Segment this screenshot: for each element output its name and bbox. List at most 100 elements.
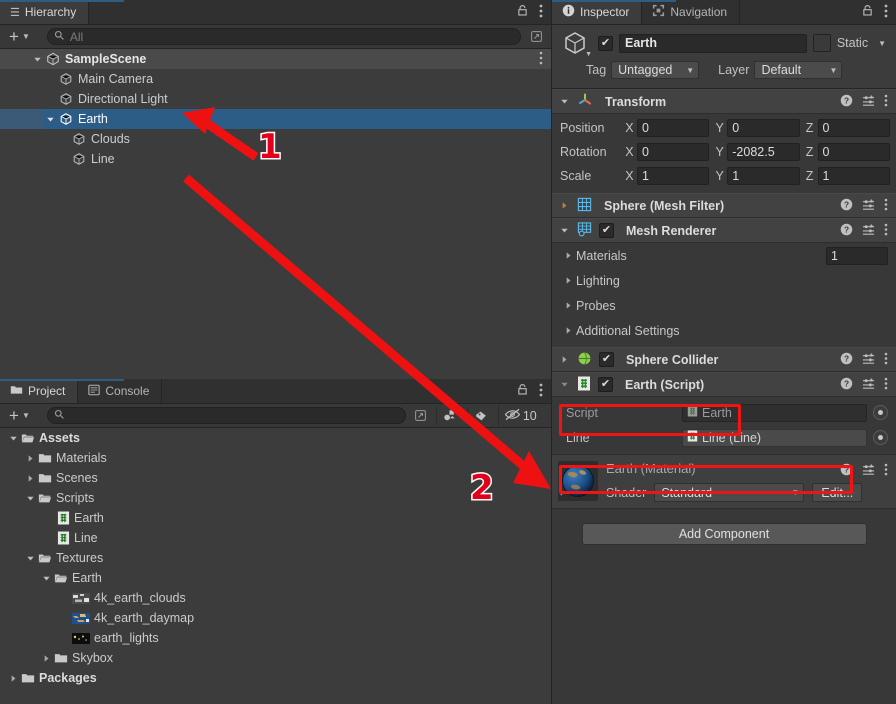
shader-edit-button[interactable]: Edit... xyxy=(812,483,863,502)
kebab-menu-icon[interactable] xyxy=(884,4,888,21)
chevron-down-icon[interactable] xyxy=(31,55,44,64)
project-row-textures[interactable]: Textures xyxy=(0,548,551,568)
project-row-4k-earth-daymap[interactable]: 4k_earth_daymap xyxy=(0,608,551,628)
lock-icon[interactable] xyxy=(861,4,874,20)
tab-project[interactable]: Project xyxy=(0,379,79,403)
chevron-down-icon[interactable] xyxy=(7,434,20,443)
help-icon[interactable]: ? xyxy=(840,377,853,393)
component-header-mesh-filter[interactable]: Sphere (Mesh Filter) ? xyxy=(552,193,896,218)
project-tree[interactable]: Assets Materials Scenes Scripts Earth Li… xyxy=(0,428,551,704)
project-row-earth-lights[interactable]: earth_lights xyxy=(0,628,551,648)
position-z-input[interactable]: 0 xyxy=(817,119,890,137)
hierarchy-row-main-camera[interactable]: Main Camera xyxy=(0,69,551,89)
tab-navigation[interactable]: Navigation xyxy=(642,0,741,24)
chevron-right-icon[interactable] xyxy=(558,355,571,364)
object-picker-icon[interactable] xyxy=(873,405,888,420)
chevron-right-icon[interactable] xyxy=(24,454,37,463)
chevron-down-icon[interactable]: ▼ xyxy=(878,39,886,48)
kebab-menu-icon[interactable] xyxy=(539,51,543,68)
component-header-mesh-renderer[interactable]: ✔ Mesh Renderer ? xyxy=(552,218,896,243)
project-row-materials[interactable]: Materials xyxy=(0,448,551,468)
kebab-menu-icon[interactable] xyxy=(539,383,543,400)
project-search-input[interactable] xyxy=(46,407,406,424)
chevron-down-icon[interactable] xyxy=(24,554,37,563)
sphere-collider-enabled-checkbox[interactable]: ✔ xyxy=(599,352,614,367)
tab-inspector[interactable]: Inspector xyxy=(552,0,643,24)
tab-hierarchy[interactable]: ☰ Hierarchy xyxy=(0,0,90,24)
chevron-right-icon[interactable] xyxy=(560,301,576,310)
chevron-right-icon[interactable] xyxy=(7,674,20,683)
scale-z-input[interactable]: 1 xyxy=(817,167,890,185)
additional-settings-row[interactable]: Additional Settings xyxy=(552,318,896,343)
object-picker-icon[interactable] xyxy=(873,430,888,445)
filter-by-label-icon[interactable] xyxy=(466,406,494,425)
chevron-down-icon[interactable] xyxy=(40,574,53,583)
kebab-menu-icon[interactable] xyxy=(884,352,888,368)
gameobject-enabled-checkbox[interactable]: ✔ xyxy=(598,35,613,51)
add-component-button[interactable]: Add Component xyxy=(581,523,867,545)
project-row-assets[interactable]: Assets xyxy=(0,428,551,448)
hierarchy-add-button[interactable]: + ▼ xyxy=(4,28,35,46)
project-row-scripts[interactable]: Scripts xyxy=(0,488,551,508)
preset-icon[interactable] xyxy=(862,377,875,393)
project-search-expand-icon[interactable] xyxy=(410,407,432,425)
help-icon[interactable]: ? xyxy=(840,463,853,479)
scale-y-input[interactable]: 1 xyxy=(727,167,800,185)
materials-count-input[interactable]: 1 xyxy=(826,246,888,265)
chevron-down-icon[interactable] xyxy=(558,226,571,235)
chevron-right-icon[interactable] xyxy=(558,486,567,500)
chevron-right-icon[interactable] xyxy=(560,326,576,335)
filter-by-type-icon[interactable] xyxy=(435,406,463,425)
hierarchy-row-earth[interactable]: Earth xyxy=(0,109,551,129)
hierarchy-tree[interactable]: SampleScene Main Camera Directional Ligh… xyxy=(0,49,551,379)
hierarchy-row-directional-light[interactable]: Directional Light xyxy=(0,89,551,109)
project-row-textures-earth[interactable]: Earth xyxy=(0,568,551,588)
help-icon[interactable]: ? xyxy=(840,352,853,368)
project-row-earth-script[interactable]: Earth xyxy=(0,508,551,528)
probes-row[interactable]: Probes xyxy=(552,293,896,318)
lock-icon[interactable] xyxy=(516,4,529,20)
shader-dropdown[interactable]: Standard ▼ xyxy=(654,483,805,502)
kebab-menu-icon[interactable] xyxy=(884,223,888,239)
component-header-earth-script[interactable]: ✔ Earth (Script) ? xyxy=(552,372,896,397)
component-header-sphere-collider[interactable]: ✔ Sphere Collider ? xyxy=(552,347,896,372)
project-add-button[interactable]: + ▼ xyxy=(4,407,35,425)
gameobject-name-input[interactable]: Earth xyxy=(619,33,807,53)
chevron-right-icon[interactable] xyxy=(40,654,53,663)
chevron-down-icon[interactable] xyxy=(558,380,571,389)
static-checkbox[interactable] xyxy=(812,34,831,52)
preset-icon[interactable] xyxy=(862,223,875,239)
rotation-x-input[interactable]: 0 xyxy=(636,143,710,161)
scale-x-input[interactable]: 1 xyxy=(636,167,710,185)
hierarchy-search-expand-icon[interactable] xyxy=(525,28,547,46)
lock-icon[interactable] xyxy=(516,383,529,399)
help-icon[interactable]: ? xyxy=(840,198,853,214)
help-icon[interactable]: ? xyxy=(840,94,853,110)
chevron-down-icon[interactable] xyxy=(44,115,57,124)
line-object-field[interactable]: Line (Line) xyxy=(682,428,867,447)
chevron-right-icon[interactable] xyxy=(24,474,37,483)
lighting-row[interactable]: Lighting xyxy=(552,268,896,293)
materials-row[interactable]: Materials 1 xyxy=(552,243,896,268)
hierarchy-search-input[interactable]: All xyxy=(46,28,521,45)
project-row-packages[interactable]: Packages xyxy=(0,668,551,688)
layer-dropdown[interactable]: Default ▼ xyxy=(754,61,843,79)
tag-dropdown[interactable]: Untagged ▼ xyxy=(611,61,700,79)
project-row-scenes[interactable]: Scenes xyxy=(0,468,551,488)
kebab-menu-icon[interactable] xyxy=(884,377,888,393)
help-icon[interactable]: ? xyxy=(840,223,853,239)
chevron-down-icon[interactable] xyxy=(558,97,571,106)
position-x-input[interactable]: 0 xyxy=(636,119,710,137)
preset-icon[interactable] xyxy=(862,198,875,214)
mesh-renderer-enabled-checkbox[interactable]: ✔ xyxy=(599,223,614,238)
hidden-items-counter[interactable]: 10 xyxy=(497,405,541,426)
position-y-input[interactable]: 0 xyxy=(727,119,800,137)
earth-script-enabled-checkbox[interactable]: ✔ xyxy=(598,377,613,392)
chevron-right-icon[interactable] xyxy=(558,201,571,210)
rotation-z-input[interactable]: 0 xyxy=(817,143,890,161)
project-row-4k-earth-clouds[interactable]: 4k_earth_clouds xyxy=(0,588,551,608)
kebab-menu-icon[interactable] xyxy=(884,463,888,479)
preset-icon[interactable] xyxy=(862,94,875,110)
tab-console[interactable]: Console xyxy=(78,379,163,403)
gameobject-icon-dropdown[interactable]: ▼ xyxy=(558,30,592,58)
